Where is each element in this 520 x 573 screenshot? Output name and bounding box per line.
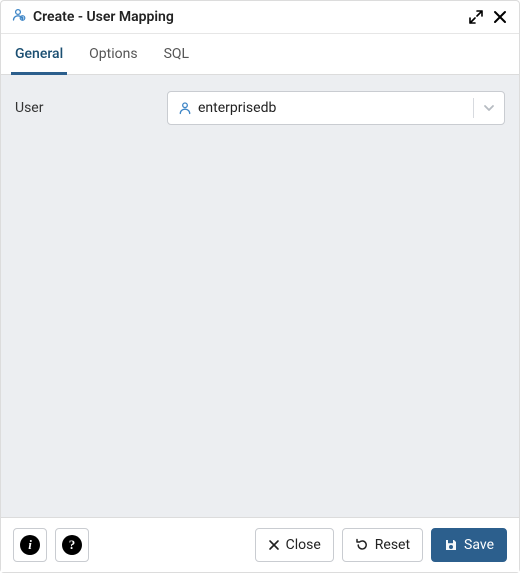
expand-icon[interactable] <box>467 8 485 26</box>
user-label: User <box>15 100 157 116</box>
save-button[interactable]: Save <box>431 528 507 562</box>
tab-general[interactable]: General <box>11 34 67 75</box>
tab-options[interactable]: Options <box>85 34 141 75</box>
close-x-icon <box>268 539 280 551</box>
dialog-title: Create - User Mapping <box>33 9 461 25</box>
create-user-mapping-dialog: Create - User Mapping General Options SQ… <box>0 0 520 573</box>
reset-button-label: Reset <box>375 537 410 553</box>
user-select[interactable]: enterprisedb <box>167 91 505 125</box>
info-icon: i <box>20 535 40 555</box>
close-button-label: Close <box>286 537 321 553</box>
user-row: User enterprisedb <box>15 91 505 125</box>
content-panel: User enterprisedb <box>1 75 519 517</box>
titlebar: Create - User Mapping <box>1 1 519 34</box>
help-icon: ? <box>62 535 82 555</box>
user-select-value: enterprisedb <box>198 100 469 116</box>
reset-button[interactable]: Reset <box>342 528 423 562</box>
select-separator <box>473 98 474 118</box>
reset-icon <box>355 538 369 552</box>
footer: i ? Close Reset Save <box>1 517 519 572</box>
chevron-down-icon <box>482 101 496 115</box>
tab-sql[interactable]: SQL <box>160 34 193 75</box>
user-icon <box>178 101 192 115</box>
save-button-label: Save <box>464 537 494 553</box>
close-button[interactable]: Close <box>255 528 334 562</box>
help-button[interactable]: ? <box>55 528 89 562</box>
save-icon <box>444 538 458 552</box>
close-icon[interactable] <box>491 8 509 26</box>
tab-bar: General Options SQL <box>1 34 519 75</box>
info-button[interactable]: i <box>13 528 47 562</box>
user-mapping-icon <box>11 7 27 27</box>
